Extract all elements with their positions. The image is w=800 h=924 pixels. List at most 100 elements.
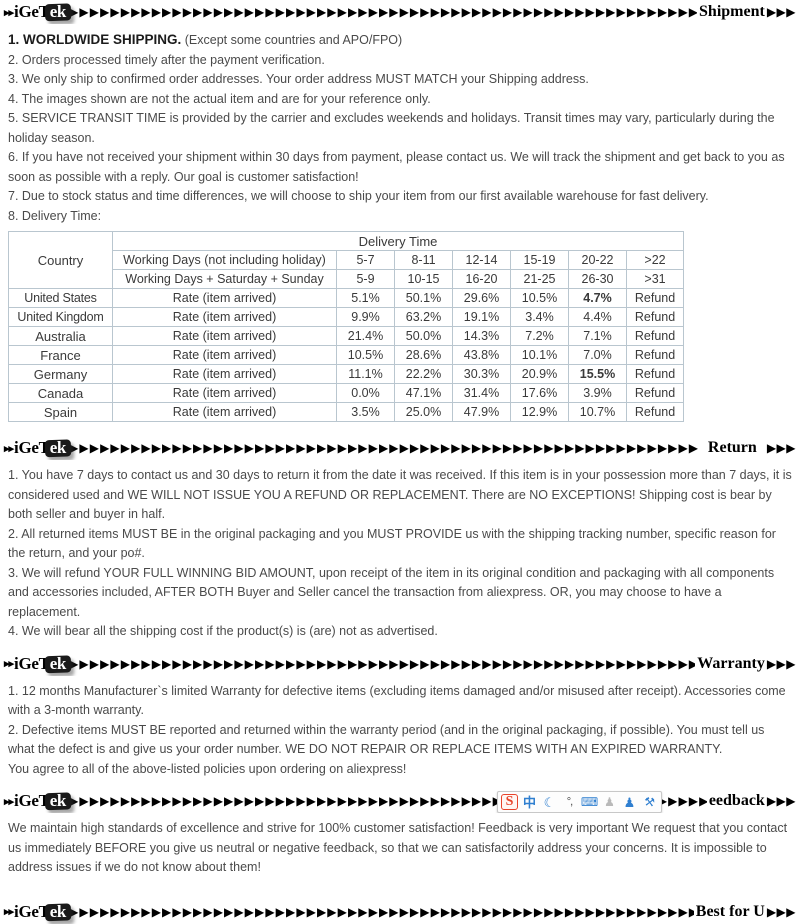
brand-logo-warranty: ▸▸ iGeT ek [0,653,72,674]
banner-feedback: ▸▸ iGeT ek ▶▶▶▶▶▶▶▶▶▶▶▶▶▶▶▶▶▶▶▶▶▶▶▶▶▶▶▶▶▶▶… [0,789,800,813]
header-country: Country [8,231,113,289]
bucket-working-4: 20-22 [568,250,627,270]
bucket-working-0: 5-7 [336,250,395,270]
trailing-arrows-shipment: ▶▶▶ [766,5,796,19]
cell-rate-value: 10.1% [510,345,569,365]
bucket-working-3: 15-19 [510,250,569,270]
shipment-line-3: 3. We only ship to confirmed order addre… [8,72,589,86]
bucket-total-4: 26-30 [568,269,627,289]
cell-rate-value: 3.4% [510,307,569,327]
return-line-4: 4. We will bear all the shipping cost if… [8,624,438,638]
brand-badge: ek [44,2,72,22]
wrench-settings-icon[interactable]: ⚒ [640,793,659,811]
cell-country: United Kingdom [8,307,113,327]
trailing-arrows-best: ▶▶▶ [766,904,796,919]
return-line-2: 2. All returned items MUST BE in the ori… [8,526,776,561]
header-delivery-time: Delivery Time [111,231,685,251]
feedback-line-1: We maintain high standards of excellence… [8,821,788,874]
arrow-divider-warranty: ▶▶▶▶▶▶▶▶▶▶▶▶▶▶▶▶▶▶▶▶▶▶▶▶▶▶▶▶▶▶▶▶▶▶▶▶▶▶▶▶… [69,657,696,670]
cell-rate-value: 7.1% [568,326,627,346]
table-row: Germany Rate (item arrived) 11.1% 22.2% 30.3… [8,364,685,384]
arrow-divider-best: ▶▶▶▶▶▶▶▶▶▶▶▶▶▶▶▶▶▶▶▶▶▶▶▶▶▶▶▶▶▶▶▶▶▶▶▶▶▶▶▶… [69,905,694,918]
skin-shirt-icon[interactable]: ♟ [621,794,638,810]
table-row: United States Rate (item arrived) 5.1% 50.1… [8,288,685,308]
punctuation-icon[interactable]: °, [561,794,578,810]
cell-rate-value: 50.1% [394,288,453,308]
banner-return: ▸▸ iGeT ek ▶▶▶▶▶▶▶▶▶▶▶▶▶▶▶▶▶▶▶▶▶▶▶▶▶▶▶▶▶▶▶… [0,436,800,460]
cell-rate-value: Refund [625,288,685,308]
brand-logo-best: ▸▸ iGeT ek [0,901,72,922]
cell-country: France [8,345,113,365]
sogou-logo-icon[interactable]: S [501,794,518,810]
shipment-line-5: 5. SERVICE TRANSIT TIME is provided by t… [8,111,775,145]
keyboard-icon[interactable]: ⌨ [581,794,598,810]
cell-rate-value: Refund [625,345,685,365]
brand-name-second-warranty: ek [49,653,67,673]
label-working-days-weekend: Working Days + Saturday + Sunday [112,269,337,289]
cell-rate-value: 10.7% [568,402,627,422]
cell-rate-label: Rate (item arrived) [112,402,337,422]
section-title-return: Return [707,439,757,456]
brand-logo-feedback: ▸▸ iGeT ek [0,791,72,811]
cell-rate-value: 20.9% [510,364,569,384]
bucket-working-2: 12-14 [452,250,511,270]
spacer-after-table [0,422,800,436]
cell-rate-value: 43.8% [452,345,511,365]
cell-country: Germany [8,364,113,384]
cell-rate-value: Refund [625,326,685,346]
cell-rate-value: Refund [625,383,685,403]
bucket-working-5: >22 [625,250,685,270]
warranty-line-3: You agree to all of the above-listed pol… [8,761,407,776]
trailing-arrows-return: ▶▶▶ [766,441,796,455]
table-row: France Rate (item arrived) 10.5% 28.6% 43.8%… [8,345,685,365]
sogou-ime-toolbar[interactable]: S 中 ☾ °, ⌨ ♟ ♟ ⚒ [497,791,662,813]
cell-rate-label: Rate (item arrived) [112,307,337,327]
spacer-after-feedback [0,880,800,900]
cell-country: Australia [8,326,113,346]
cell-rate-value: 7.2% [510,326,569,346]
cell-rate-value: 5.1% [336,288,395,308]
feedback-policy-text: We maintain high standards of excellence… [0,813,800,880]
logo-leading-arrows-warranty: ▸▸ [4,658,14,670]
delivery-table-body: Country Delivery Time Working Days (not … [8,231,685,422]
person-icon[interactable]: ♟ [601,794,618,810]
brand-badge-best: ek [44,901,72,922]
moon-icon[interactable]: ☾ [541,794,558,810]
cell-rate-value: 25.0% [394,402,453,422]
brand-name-second-return: ek [49,438,67,457]
table-row: United Kingdom Rate (item arrived) 9.9% 63.… [8,307,685,327]
cell-rate-value: 19.1% [452,307,511,327]
cell-rate-value: 4.4% [568,307,627,327]
brand-logo-return: ▸▸ iGeT ek [0,438,72,458]
arrow-divider-return: ▶▶▶▶▶▶▶▶▶▶▶▶▶▶▶▶▶▶▶▶▶▶▶▶▶▶▶▶▶▶▶▶▶▶▶▶▶▶▶▶… [69,442,698,454]
cell-rate-value: 7.0% [568,345,627,365]
bucket-total-1: 10-15 [394,269,453,289]
cell-rate-value: 11.1% [336,364,395,384]
cell-rate-value: 63.2% [394,307,453,327]
logo-leading-arrows-best: ▸▸ [4,906,14,918]
brand-name-second-best: ek [49,901,67,921]
banner-warranty: ▸▸ iGeT ek ▶▶▶▶▶▶▶▶▶▶▶▶▶▶▶▶▶▶▶▶▶▶▶▶▶▶▶▶▶▶▶… [0,652,800,676]
arrow-divider-shipment: ▶▶▶▶▶▶▶▶▶▶▶▶▶▶▶▶▶▶▶▶▶▶▶▶▶▶▶▶▶▶▶▶▶▶▶▶▶▶▶▶… [69,6,698,18]
warranty-policy-text: 1. 12 months Manufacturer`s limited Warr… [0,676,800,782]
cell-country: United States [8,288,113,308]
brand-name-second: ek [49,2,67,21]
label-working-days: Working Days (not including holiday) [112,250,337,270]
cell-rate-value: 21.4% [336,326,395,346]
brand-badge-return: ek [44,438,72,458]
cell-rate-value: 22.2% [394,364,453,384]
cell-rate-value: 50.0% [394,326,453,346]
cell-rate-value: 12.9% [510,402,569,422]
cell-rate-value: Refund [625,402,685,422]
chinese-mode-icon[interactable]: 中 [521,794,538,810]
bucket-total-2: 16-20 [452,269,511,289]
banner-shipment: ▸▸ iGeT ek ▶▶▶▶▶▶▶▶▶▶▶▶▶▶▶▶▶▶▶▶▶▶▶▶▶▶▶▶▶▶▶… [0,0,800,24]
return-policy-text: 1. You have 7 days to contact us and 30 … [0,460,800,644]
spacer-after-warranty [0,781,800,789]
cell-rate-value: 29.6% [452,288,511,308]
shipment-line-7: 7. Due to stock status and time differen… [8,189,709,203]
shipment-line-1: 1. WORLDWIDE SHIPPING. (Except some coun… [8,30,794,51]
cell-rate-value: 47.9% [452,402,511,422]
cell-rate-value: 4.7% [568,288,627,308]
bucket-working-1: 8-11 [394,250,453,270]
